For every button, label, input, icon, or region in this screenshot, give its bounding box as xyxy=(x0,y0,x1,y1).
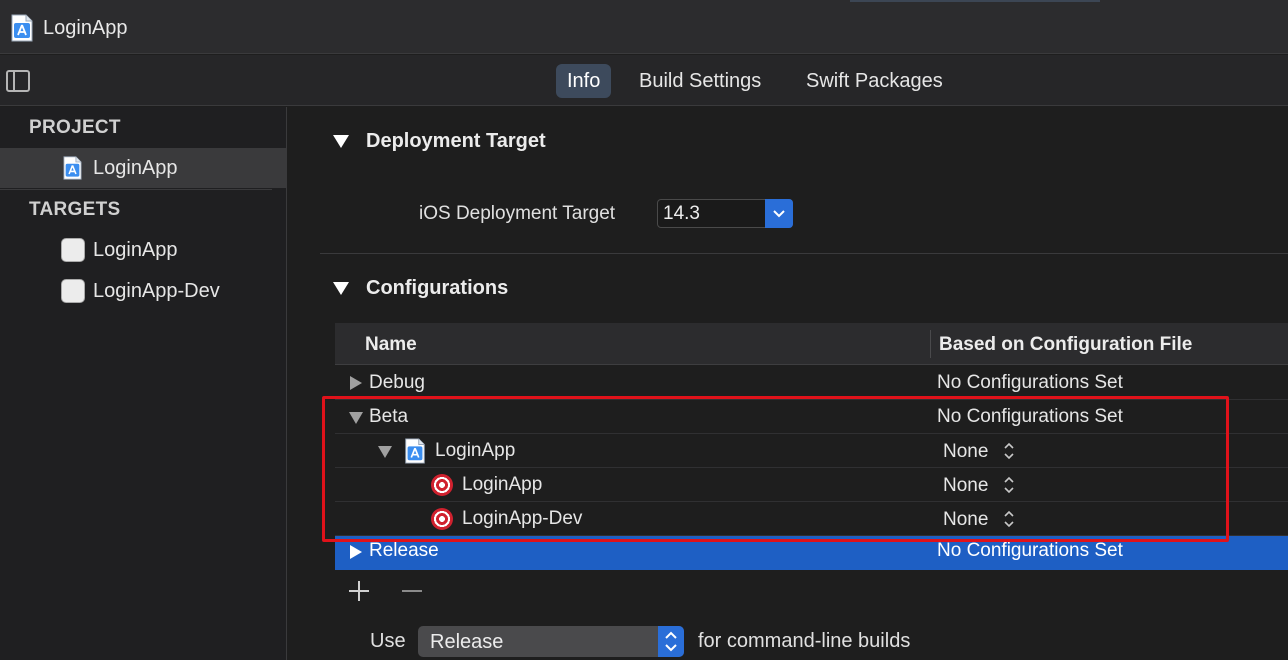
ios-deployment-target-value: 14.3 xyxy=(663,203,700,224)
stepper-chevrons-icon[interactable] xyxy=(1002,474,1016,496)
window-accent xyxy=(850,0,1100,2)
disclosure-down-icon[interactable] xyxy=(349,412,363,424)
sidebar-item-project[interactable]: LoginApp xyxy=(0,148,286,188)
config-target-name: LoginApp-Dev xyxy=(462,508,583,529)
sidebar-item-label: LoginApp-Dev xyxy=(93,280,220,302)
table-header: Name Based on Configuration File xyxy=(335,323,1288,365)
config-row-beta-target-loginapp[interactable]: LoginApp None xyxy=(335,468,1288,502)
config-file-value[interactable]: None xyxy=(943,509,988,531)
project-file-icon xyxy=(63,156,82,180)
sidebar-item-target-loginapp-dev[interactable]: LoginApp-Dev xyxy=(0,271,286,311)
sidebar-divider xyxy=(0,189,272,190)
config-row-beta[interactable]: Beta No Configurations Set xyxy=(335,400,1288,434)
column-separator xyxy=(930,330,931,358)
config-row-beta-target-loginapp-dev[interactable]: LoginApp-Dev None xyxy=(335,502,1288,536)
remove-configuration-button[interactable] xyxy=(400,579,424,603)
config-file-value[interactable]: None xyxy=(943,441,988,463)
title-bar: LoginApp xyxy=(0,0,1288,54)
project-navigator: PROJECT LoginApp TARGETS LoginApp LoginA… xyxy=(0,107,287,660)
config-file: No Configurations Set xyxy=(937,540,1123,561)
project-file-icon xyxy=(405,438,425,464)
stepper-chevrons-icon[interactable] xyxy=(658,626,684,657)
configurations-table: Name Based on Configuration File Debug N… xyxy=(335,323,1288,575)
project-file-icon xyxy=(11,14,33,42)
disclosure-right-icon[interactable] xyxy=(350,376,362,390)
disclosure-down-icon[interactable] xyxy=(378,446,392,458)
config-file: No Configurations Set xyxy=(937,372,1123,393)
ios-deployment-target-label: iOS Deployment Target xyxy=(419,203,616,224)
command-line-config-popup[interactable]: Release xyxy=(418,626,684,657)
config-name: Beta xyxy=(369,406,409,427)
sidebar-item-label: LoginApp xyxy=(93,239,178,261)
stepper-chevrons-icon[interactable] xyxy=(1002,508,1016,530)
section-divider xyxy=(320,253,1288,254)
column-header-config-file[interactable]: Based on Configuration File xyxy=(939,334,1192,356)
config-row-beta-project[interactable]: LoginApp None xyxy=(335,434,1288,468)
config-target-name: LoginApp xyxy=(462,474,543,495)
config-project-name: LoginApp xyxy=(435,440,516,461)
sidebar-toggle-icon[interactable] xyxy=(6,70,30,92)
info-editor: Deployment Target iOS Deployment Target … xyxy=(288,107,1288,660)
use-suffix-label: for command-line builds xyxy=(698,630,911,652)
add-configuration-button[interactable] xyxy=(347,579,371,603)
sidebar-item-target-loginapp[interactable]: LoginApp xyxy=(0,230,286,270)
editor-toolbar: Info Build Settings Swift Packages xyxy=(0,55,1288,106)
disclosure-right-icon[interactable] xyxy=(350,545,362,559)
config-row-release[interactable]: Release No Configurations Set xyxy=(335,536,1288,570)
sidebar-item-label: LoginApp xyxy=(93,157,178,179)
tab-swift-packages[interactable]: Swift Packages xyxy=(795,64,954,98)
chevron-down-icon[interactable] xyxy=(765,199,793,228)
column-header-name[interactable]: Name xyxy=(365,334,417,356)
collapse-deployment-icon[interactable] xyxy=(333,135,349,148)
target-scheme-icon xyxy=(431,508,453,530)
deployment-section-title: Deployment Target xyxy=(366,130,546,152)
tab-info[interactable]: Info xyxy=(556,64,612,98)
targets-section-header: TARGETS xyxy=(29,199,121,220)
stepper-chevrons-icon[interactable] xyxy=(1002,440,1016,462)
project-section-header: PROJECT xyxy=(29,117,121,138)
configurations-section-title: Configurations xyxy=(366,277,509,299)
config-file: No Configurations Set xyxy=(937,406,1123,427)
collapse-configurations-icon[interactable] xyxy=(333,282,349,295)
target-scheme-icon xyxy=(431,474,453,496)
command-line-config-value: Release xyxy=(430,631,504,653)
app-target-icon xyxy=(61,279,85,303)
config-row-debug[interactable]: Debug No Configurations Set xyxy=(335,366,1288,400)
window-title: LoginApp xyxy=(43,17,128,39)
config-name: Debug xyxy=(369,372,425,393)
app-target-icon xyxy=(61,238,85,262)
config-file-value[interactable]: None xyxy=(943,475,988,497)
config-name: Release xyxy=(369,540,439,561)
tab-build-settings[interactable]: Build Settings xyxy=(628,64,772,98)
use-label: Use xyxy=(370,630,406,652)
ios-deployment-target-popup[interactable]: 14.3 xyxy=(657,199,793,228)
